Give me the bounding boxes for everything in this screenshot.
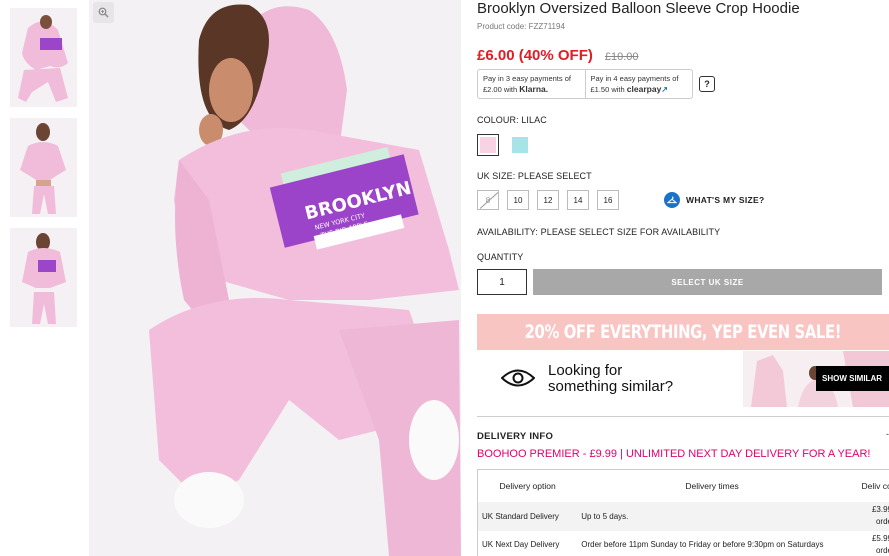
delivery-divider <box>477 416 889 417</box>
similar-items-banner: Looking for something similar? SHOW SIMI… <box>477 351 889 407</box>
show-similar-button[interactable]: SHOW SIMILAR <box>816 366 889 391</box>
colour-value: LILAC <box>521 115 547 125</box>
thumbnail-back-view[interactable] <box>10 8 77 107</box>
clearpay-logo: clearpay <box>626 84 662 94</box>
product-details: Brooklyn Oversized Balloon Sleeve Crop H… <box>477 0 889 556</box>
delivery-cost-cell: £3.99orde <box>846 501 889 531</box>
delivery-option-cell: UK Next Day Delivery <box>482 540 560 550</box>
size-guide-link[interactable]: WHAT'S MY SIZE? <box>664 192 764 208</box>
availability-value: PLEASE SELECT SIZE FOR AVAILABILITY <box>540 227 721 237</box>
thumbnail-back-standing[interactable] <box>10 228 77 327</box>
table-row: UK Standard Delivery Up to 5 days. £3.99… <box>477 501 889 531</box>
klarna-line-1: Pay in 3 easy payments of <box>483 74 571 83</box>
product-code: Product code: FZZ71194 <box>477 22 565 31</box>
delivery-cost-cell: £5.99orde <box>871 533 889 555</box>
delivery-option-cell: UK Standard Delivery <box>477 501 578 531</box>
current-price: £6.00 (40% OFF) <box>477 47 593 64</box>
delivery-time-cell: Order before 11pm Sunday to Friday or be… <box>581 540 824 550</box>
zoom-button[interactable] <box>93 2 114 23</box>
availability-line: AVAILABILITY: PLEASE SELECT SIZE FOR AVA… <box>477 227 720 237</box>
delivery-cost-header: Deliv cos <box>861 480 889 491</box>
size-value: PLEASE SELECT <box>517 171 592 181</box>
size-option-16[interactable]: 16 <box>597 190 619 210</box>
delivery-times-header: Delivery times <box>685 480 739 491</box>
swatch-aqua-fill <box>512 137 528 153</box>
clearpay-line-1: Pay in 4 easy payments of <box>590 74 679 83</box>
swatch-lilac-fill <box>480 137 496 153</box>
delivery-table-header: Delivery option Delivery times Deliv cos <box>478 470 889 502</box>
size-option-14[interactable]: 14 <box>567 190 589 210</box>
hanger-icon <box>664 192 680 208</box>
swatch-aqua[interactable] <box>509 134 531 156</box>
swatch-lilac[interactable] <box>477 134 499 156</box>
payment-help-button[interactable]: ? <box>699 76 715 92</box>
price-row: £6.00 (40% OFF) £10.00 <box>477 47 639 64</box>
quantity-label: QUANTITY <box>477 252 524 262</box>
delivery-option-header: Delivery option <box>499 480 556 491</box>
size-option-10[interactable]: 10 <box>507 190 529 210</box>
availability-label: AVAILABILITY: <box>477 227 538 237</box>
payment-options: Pay in 3 easy payments of £2.00 with Kla… <box>477 69 715 99</box>
klarna-option[interactable]: Pay in 3 easy payments of £2.00 with Kla… <box>478 70 585 98</box>
quantity-input[interactable]: 1 <box>477 269 527 295</box>
similar-text: Looking for something similar? <box>548 362 674 395</box>
colour-label: COLOUR: <box>477 115 519 125</box>
size-option-12[interactable]: 12 <box>537 190 559 210</box>
main-product-image[interactable]: BROOKLYN NEW YORK CITY THE BIG APPLE SOU… <box>89 0 461 556</box>
product-title: Brooklyn Oversized Balloon Sleeve Crop H… <box>477 0 800 17</box>
colour-swatches <box>477 134 531 156</box>
installment-box: Pay in 3 easy payments of £2.00 with Kla… <box>477 69 693 99</box>
clearpay-option[interactable]: Pay in 4 easy payments of £1.50 with cle… <box>584 70 693 98</box>
klarna-logo: Klarna. <box>519 84 549 94</box>
product-page: BROOKLYN NEW YORK CITY THE BIG APPLE SOU… <box>0 0 889 556</box>
colour-label-line: COLOUR: LILAC <box>477 115 547 125</box>
premier-promo-link[interactable]: BOOHOO PREMIER - £9.99 | UNLIMITED NEXT … <box>477 448 870 460</box>
original-price: £10.00 <box>604 51 639 63</box>
clearpay-line-2: £1.50 with clearpay↗ <box>590 84 669 94</box>
size-option-8[interactable]: 8 <box>477 190 499 210</box>
clearpay-arrow-icon: ↗ <box>661 85 668 94</box>
thumbnail-gallery <box>10 8 77 338</box>
size-options: 8 10 12 14 16 <box>477 190 619 210</box>
eye-icon <box>500 369 536 392</box>
delivery-table: Delivery option Delivery times Deliv cos… <box>477 469 889 556</box>
size-label-line: UK SIZE: PLEASE SELECT <box>477 171 592 181</box>
zoom-icon <box>98 7 109 18</box>
promo-text: 20% OFF EVERYTHING, YEP EVEN SALE! <box>524 321 842 343</box>
add-to-bag-button[interactable]: SELECT UK SIZE <box>533 269 882 295</box>
thumbnail-front-view[interactable] <box>10 118 77 217</box>
size-label: UK SIZE: <box>477 171 516 181</box>
delivery-time-cell: Up to 5 days. <box>577 501 847 531</box>
delivery-info-title[interactable]: DELIVERY INFO <box>477 431 553 442</box>
promo-banner[interactable]: 20% OFF EVERYTHING, YEP EVEN SALE! <box>477 314 889 350</box>
table-row: UK Next Day Delivery Order before 11pm S… <box>478 531 889 556</box>
size-guide-label: WHAT'S MY SIZE? <box>686 195 765 205</box>
klarna-line-2: £2.00 with Klarna. <box>483 84 549 94</box>
